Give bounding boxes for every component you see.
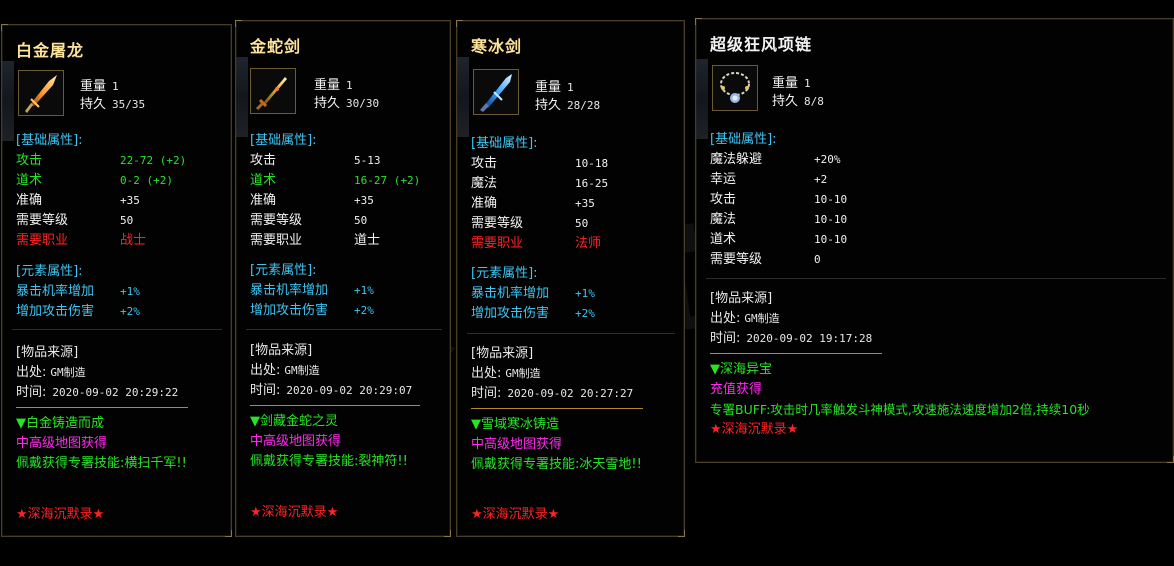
item-name: 白金屠龙 bbox=[16, 41, 85, 60]
weight-durability: 重量 1 持久 8/8 bbox=[772, 76, 824, 109]
frame-ornament bbox=[236, 57, 248, 137]
flavor-line: 佩戴获得专署技能:裂神符!! bbox=[250, 454, 408, 469]
flavor-line: 充值获得 bbox=[710, 382, 763, 397]
gold-divider bbox=[250, 405, 420, 406]
frame-ornament bbox=[457, 57, 469, 137]
element-attributes: [元素属性]: 暴击机率增加 +1% 增加攻击伤害 +2% bbox=[471, 266, 595, 321]
weight-durability: 重量 1 持久 30/30 bbox=[314, 78, 380, 111]
item-tooltip-4: 超级狂风项链 重量 1 持久 8/8 [基础属性]: 魔法躲避 +20% 幸运 +2 攻… bbox=[695, 18, 1174, 463]
flaming-sword-icon bbox=[25, 75, 57, 113]
gold-divider bbox=[16, 407, 188, 408]
base-attributes: [基础属性]: 攻击 10-18 魔法 16-25 准确 +35 需要等级 50 需要职… bbox=[471, 136, 609, 251]
flavor-line: 中高级地图获得 bbox=[16, 436, 108, 451]
item-icon-slot[interactable] bbox=[473, 69, 519, 115]
item-source: [物品来源] 出处: GM制造 时间: 2020-09-02 20:27:27 ▼雪… bbox=[471, 344, 643, 475]
divider bbox=[246, 329, 442, 330]
frame-ornament bbox=[2, 61, 14, 141]
signature: ★深海沉默录★ bbox=[710, 422, 799, 437]
weight-durability: 重量 1 持久 28/28 bbox=[535, 80, 601, 113]
gold-divider bbox=[471, 408, 643, 409]
divider bbox=[706, 278, 1166, 279]
flavor-line: ▼深海异宝 bbox=[710, 362, 772, 377]
ice-sword-icon bbox=[480, 74, 512, 112]
item-tooltip-1: 白金屠龙 重量 1 持久 35/35 [基础属性]: 攻击 22-72 (+2) 道术… bbox=[1, 24, 232, 537]
golden-sword-icon bbox=[255, 77, 287, 111]
item-tooltip-3: 寒冰剑 重量 1 持久 28/28 [基础属性]: 攻击 10-18 魔法 16-25 … bbox=[456, 20, 685, 537]
item-name: 超级狂风项链 bbox=[710, 35, 813, 54]
item-source: [物品来源] 出处: GM制造 时间: 2020-09-02 20:29:07 ▼剑… bbox=[250, 341, 420, 472]
base-attributes: [基础属性]: 魔法躲避 +20% 幸运 +2 攻击 10-10 魔法 10-10 道术… bbox=[710, 132, 848, 267]
item-name: 金蛇剑 bbox=[250, 37, 302, 56]
signature: ★深海沉默录★ bbox=[16, 507, 105, 522]
necklace-icon bbox=[720, 72, 750, 103]
element-attributes: [元素属性]: 暴击机率增加 +1% 增加攻击伤害 +2% bbox=[16, 264, 140, 319]
flavor-line: ▼白金铸造而成 bbox=[16, 416, 104, 431]
item-name: 寒冰剑 bbox=[471, 37, 523, 56]
item-tooltip-2: 金蛇剑 重量 1 持久 30/30 [基础属性]: 攻击 5-13 道术 16-27 (… bbox=[235, 20, 451, 537]
flavor-line: 佩戴获得专署技能:横扫千军!! bbox=[16, 456, 187, 471]
item-icon-slot[interactable] bbox=[712, 65, 758, 111]
flavor-line: 专署BUFF:攻击时几率触发斗神模式,攻速施法速度增加2倍,持续10秒 bbox=[710, 402, 1090, 417]
frame-ornament bbox=[696, 59, 708, 139]
element-attributes: [元素属性]: 暴击机率增加 +1% 增加攻击伤害 +2% bbox=[250, 263, 374, 318]
weight-durability: 重量 1 持久 35/35 bbox=[80, 79, 146, 112]
divider bbox=[467, 333, 675, 334]
flavor-line: 中高级地图获得 bbox=[250, 434, 342, 449]
base-attributes: [基础属性]: 攻击 22-72 (+2) 道术 0-2 (+2) 准确 +35 需要… bbox=[16, 133, 187, 248]
flavor-line: ▼剑藏金蛇之灵 bbox=[250, 414, 338, 429]
flavor-line: ▼雪域寒冰铸造 bbox=[471, 417, 559, 432]
gold-divider bbox=[710, 353, 882, 354]
flavor-line: 佩戴获得专署技能:冰天雪地!! bbox=[471, 457, 642, 472]
item-source: [物品来源] 出处: GM制造 时间: 2020-09-02 19:17:28 ▼深… bbox=[710, 289, 1090, 440]
item-source: [物品来源] 出处: GM制造 时间: 2020-09-02 20:29:22 ▼白… bbox=[16, 343, 188, 474]
signature: ★深海沉默录★ bbox=[471, 507, 560, 522]
item-icon-slot[interactable] bbox=[250, 68, 296, 114]
flavor-line: 中高级地图获得 bbox=[471, 437, 563, 452]
signature: ★深海沉默录★ bbox=[250, 505, 339, 520]
item-icon-slot[interactable] bbox=[18, 70, 64, 116]
divider bbox=[12, 329, 222, 330]
base-attributes: [基础属性]: 攻击 5-13 道术 16-27 (+2) 准确 +35 需要等级 50… bbox=[250, 133, 421, 248]
